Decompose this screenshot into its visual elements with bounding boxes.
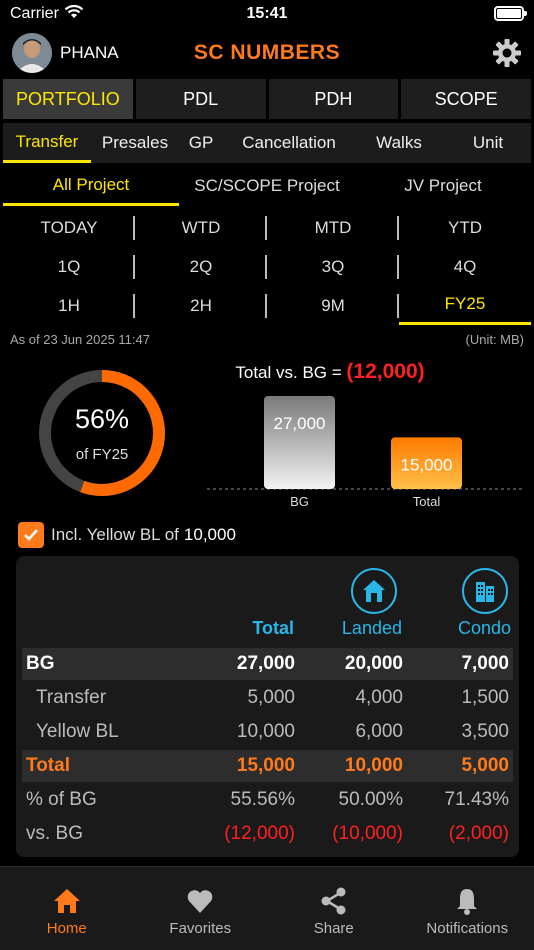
gear-icon[interactable] [492,38,522,68]
bottom-nav: Home Favorites Share Notifications [0,866,534,950]
share-icon [321,887,346,915]
home-icon [53,889,80,913]
nav-share[interactable]: Share [267,867,401,950]
tab-pdl[interactable]: PDL [135,79,266,119]
period-selector: TODAY WTD MTD YTD 1Q 2Q 3Q 4Q 1H 2H 9M F… [3,208,531,325]
nav-home[interactable]: Home [0,867,134,950]
tab-gp[interactable]: GP [181,123,221,163]
period-2q[interactable]: 2Q [135,247,267,286]
nav-notifications-label: Notifications [426,920,509,937]
nav-notifications[interactable]: Notifications [401,867,534,950]
col-header-condo: Condo [457,618,511,638]
unit-label: (Unit: MB) [465,332,525,347]
checkbox[interactable] [18,522,44,548]
period-mtd[interactable]: MTD [267,208,399,247]
app-header: PHANA SC NUMBERS [0,30,534,76]
project-tabs: All Project SC/SCOPE Project JV Project [3,166,531,206]
nav-share-label: Share [313,920,354,937]
incl-value: 10,000 [183,525,236,544]
table-row-vs-bg: vs. BG (12,000) (10,000) (2,000) [26,823,509,844]
incl-yellow-bl-toggle[interactable]: Incl. Yellow BL of 10,000 [18,522,236,548]
period-2h[interactable]: 2H [135,286,267,325]
bar-category-label: BG [290,494,309,509]
period-3q[interactable]: 3Q [267,247,399,286]
period-fy25[interactable]: FY25 [399,286,531,325]
tab-pdh[interactable]: PDH [268,79,399,119]
heart-icon [187,890,213,913]
metric-tabs: Transfer Presales GP Cancellation Walks … [3,123,531,163]
period-today[interactable]: TODAY [3,208,135,247]
progress-percent: 56% [74,404,130,434]
col-header-total: Total [252,618,294,638]
bg-vs-total-chart: 27,000 BG 15,000 Total [207,396,523,509]
bar-value-label: 27,000 [274,414,326,433]
page-title: SC NUMBERS [193,41,341,64]
bell-icon [457,889,478,915]
period-1q[interactable]: 1Q [3,247,135,286]
tab-jv-project[interactable]: JV Project [355,166,531,206]
period-ytd[interactable]: YTD [399,208,531,247]
table-row-yellow-bl: Yellow BL 10,000 6,000 3,500 [36,721,509,742]
table-row-bg: BG 27,000 20,000 7,000 [22,648,513,680]
tab-presales[interactable]: Presales [95,123,175,163]
check-icon [24,529,38,541]
nav-home-label: Home [46,920,87,937]
table-row-total: Total 15,000 10,000 5,000 [22,750,513,782]
clock: 15:41 [246,5,288,22]
as-of-timestamp: As of 23 Jun 2025 11:47 [10,332,150,347]
period-1h[interactable]: 1H [3,286,135,325]
tab-portfolio[interactable]: PORTFOLIO [3,79,133,119]
period-9m[interactable]: 9M [267,286,399,325]
col-header-landed: Landed [341,618,402,638]
period-4q[interactable]: 4Q [399,247,531,286]
breakdown-table: Total Landed Condo BG 27,000 20,000 7,000 T… [16,556,519,857]
period-wtd[interactable]: WTD [135,208,267,247]
building-icon [462,568,508,614]
tab-all-project[interactable]: All Project [3,166,179,206]
bar-category-label: Total [413,494,441,509]
tab-cancellation[interactable]: Cancellation [231,123,347,163]
table-row-pct-of-bg: % of BG 55.56% 50.00% 71.43% [26,789,509,810]
nav-favorites-label: Favorites [169,920,232,937]
incl-label: Incl. Yellow BL of [51,525,179,544]
nav-favorites[interactable]: Favorites [134,867,268,950]
table-row-transfer: Transfer 5,000 4,000 1,500 [36,687,509,708]
main-tabs: PORTFOLIO PDL PDH SCOPE [3,79,531,119]
tab-scope[interactable]: SCOPE [401,79,531,119]
progress-subtitle: of FY25 [75,446,129,463]
bar-value-label: 15,000 [401,455,453,474]
tab-transfer[interactable]: Transfer [3,123,91,163]
status-bar: Carrier 15:41 [0,0,534,30]
tab-walks[interactable]: Walks [363,123,435,163]
tab-unit[interactable]: Unit [453,123,523,163]
tab-sc-scope-project[interactable]: SC/SCOPE Project [179,166,355,206]
bar-bg [264,396,335,489]
battery-icon [494,6,527,21]
house-icon [351,568,397,614]
